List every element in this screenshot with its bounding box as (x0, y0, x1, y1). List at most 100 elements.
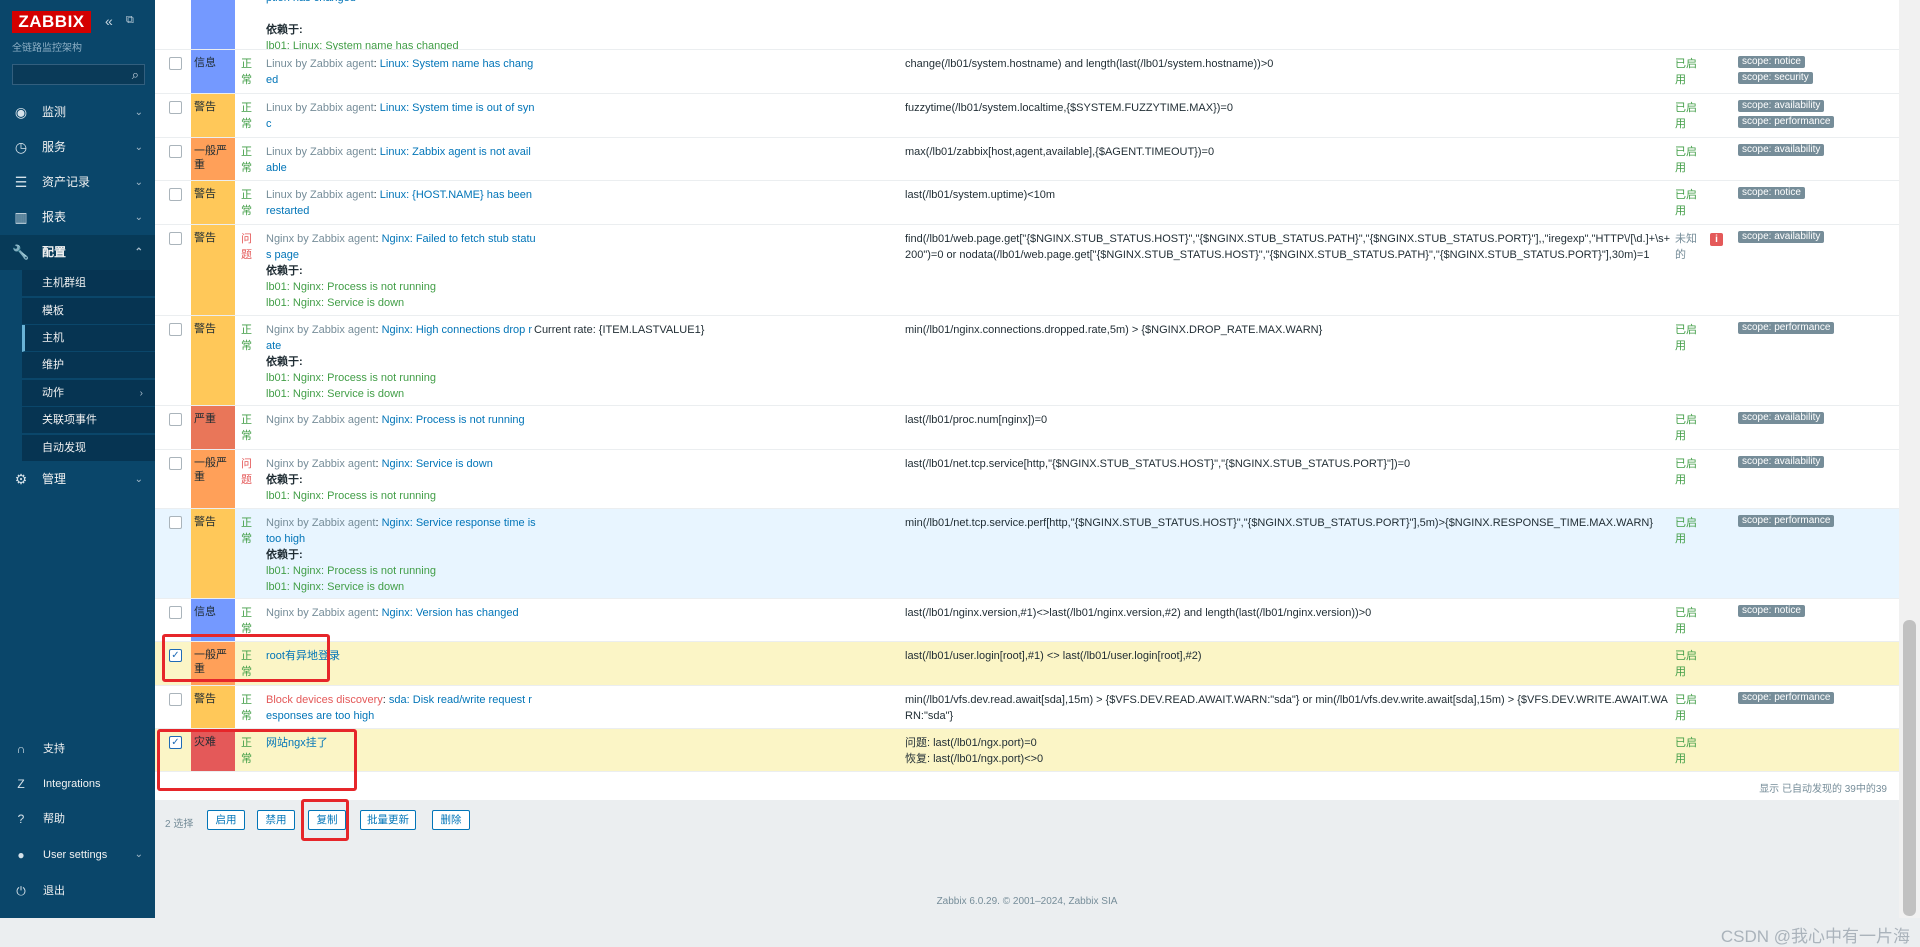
subnav-event-correlation[interactable]: 关联项事件 (22, 407, 155, 434)
row-checkbox[interactable] (169, 516, 182, 529)
mass-update-button[interactable]: 批量更新 (360, 810, 416, 830)
nav-monitoring[interactable]: ◉ 监测 ⌄ (0, 95, 155, 130)
status-cell: 正常 (241, 146, 252, 174)
nav-user-settings[interactable]: ● User settings ⌄ (0, 840, 155, 870)
enable-button[interactable]: 启用 (207, 810, 245, 830)
status-cell: 问题 (241, 233, 252, 261)
scrollbar-thumb[interactable] (1903, 620, 1916, 916)
subnav-hosts[interactable]: 主机 (22, 325, 155, 352)
nav-integrations[interactable]: Z Integrations (0, 769, 155, 799)
template-link[interactable]: Nginx by Zabbix agent (266, 607, 375, 619)
trigger-name-link[interactable]: ption has changed (266, 0, 356, 4)
enabled-status-link[interactable]: 已启用 (1675, 322, 1703, 354)
trigger-name-link[interactable]: Nginx: Service is down (382, 458, 493, 470)
search-icon[interactable]: ⌕ (132, 67, 139, 83)
subnav-discovery[interactable]: 自动发现 (22, 435, 155, 462)
row-checkbox[interactable] (169, 188, 182, 201)
dependency-link[interactable]: lb01: Nginx: Process is not running (266, 490, 436, 502)
disable-button[interactable]: 禁用 (257, 810, 295, 830)
enabled-status-link[interactable]: 已启用 (1675, 187, 1703, 219)
chevron-down-icon: ⌄ (134, 212, 143, 223)
tags-cell: scope: performance (1738, 692, 1898, 708)
nav-support[interactable]: ∩ 支持 (0, 734, 155, 764)
dependency-link[interactable]: lb01: Nginx: Process is not running (266, 372, 436, 384)
template-link[interactable]: Nginx by Zabbix agent (266, 233, 375, 245)
subnav-maintenance[interactable]: 维护 (22, 352, 155, 379)
enabled-status-link[interactable]: 已启用 (1675, 605, 1703, 637)
collapse-sidebar-icon[interactable]: « (105, 13, 113, 29)
enabled-status-link[interactable]: 已启用 (1675, 56, 1703, 88)
nav-inventory[interactable]: ☰ 资产记录 ⌄ (0, 165, 155, 200)
popout-sidebar-icon[interactable]: ⧉ (126, 14, 134, 27)
tags-cell: scope: performance (1738, 322, 1898, 338)
chevron-down-icon: ⌄ (134, 142, 143, 153)
template-link[interactable]: Linux by Zabbix agent (266, 58, 374, 70)
delete-button[interactable]: 删除 (432, 810, 470, 830)
nav-help[interactable]: ? 帮助 (0, 804, 155, 834)
depends-on-label: 依赖于: (266, 356, 303, 368)
enabled-status-link[interactable]: 未知的 (1675, 231, 1703, 263)
highlight-box-row-root-login (162, 634, 330, 682)
tag-badge: scope: security (1738, 72, 1813, 84)
template-link[interactable]: Nginx by Zabbix agent (266, 324, 375, 336)
expression-cell: find(/lb01/web.page.get["{$NGINX.STUB_ST… (905, 233, 1671, 261)
enabled-status-link[interactable]: 已启用 (1675, 735, 1703, 767)
subnav-templates[interactable]: 模板 (22, 298, 155, 325)
row-checkbox[interactable] (169, 57, 182, 70)
row-checkbox[interactable] (169, 145, 182, 158)
tags-cell: scope: performance (1738, 515, 1898, 531)
enabled-status-link[interactable]: 已启用 (1675, 515, 1703, 547)
status-cell: 正常 (241, 517, 252, 545)
dependency-link[interactable]: lb01: Nginx: Service is down (266, 297, 404, 309)
trigger-name-cell: Nginx by Zabbix agent: Nginx: Version ha… (266, 605, 536, 621)
expression-cell: last(/lb01/net.tcp.service[http,"{$NGINX… (905, 458, 1411, 470)
nav-services[interactable]: ◷ 服务 ⌄ (0, 130, 155, 165)
enabled-status-link[interactable]: 已启用 (1675, 456, 1703, 488)
row-checkbox[interactable] (169, 693, 182, 706)
dependency-link[interactable]: lb01: Nginx: Service is down (266, 388, 404, 400)
trigger-name-cell: Nginx by Zabbix agent: Nginx: Failed to … (266, 231, 536, 311)
dependency-link[interactable]: lb01: Nginx: Process is not running (266, 281, 436, 293)
expression-cell: min(/lb01/net.tcp.service.perf[http,"{$N… (905, 517, 1654, 529)
row-checkbox[interactable] (169, 323, 182, 336)
row-checkbox[interactable] (169, 232, 182, 245)
enabled-status-link[interactable]: 已启用 (1675, 692, 1703, 724)
tags-cell: scope: availability (1738, 231, 1898, 247)
row-checkbox[interactable] (169, 413, 182, 426)
info-icon[interactable]: i (1710, 233, 1723, 246)
enabled-status-link[interactable]: 已启用 (1675, 100, 1703, 132)
enabled-status-link[interactable]: 已启用 (1675, 144, 1703, 176)
zabbix-logo[interactable]: ZABBIX (12, 11, 91, 33)
question-icon: ? (17, 812, 25, 826)
row-checkbox[interactable] (169, 457, 182, 470)
nav-sign-out[interactable]: ⏻ 退出 (0, 876, 155, 906)
subnav-actions-label: 动作 (42, 387, 64, 399)
nav-configuration[interactable]: 🔧 配置 ⌃ (0, 235, 155, 270)
selected-count: 2 选择 (165, 819, 194, 830)
highlight-box-row-website-down (157, 729, 357, 791)
template-link[interactable]: Block devices discovery (266, 694, 383, 706)
enabled-status-link[interactable]: 已启用 (1675, 648, 1703, 680)
template-link[interactable]: Linux by Zabbix agent (266, 189, 374, 201)
search-input[interactable]: ⌕ (12, 64, 145, 85)
template-link[interactable]: Nginx by Zabbix agent (266, 458, 375, 470)
nav-reports[interactable]: ▥ 报表 ⌄ (0, 200, 155, 235)
table-row: 信息 正常 Linux by Zabbix agent: Linux: System… (155, 50, 1899, 94)
row-checkbox[interactable] (169, 606, 182, 619)
row-checkbox[interactable] (169, 101, 182, 114)
dependency-link[interactable]: lb01: Nginx: Service is down (266, 581, 404, 593)
template-link[interactable]: Linux by Zabbix agent (266, 146, 374, 158)
trigger-name-link[interactable]: Nginx: Version has changed (382, 607, 519, 619)
enabled-status-link[interactable]: 已启用 (1675, 412, 1703, 444)
template-link[interactable]: Linux by Zabbix agent (266, 102, 374, 114)
template-link[interactable]: Nginx by Zabbix agent (266, 517, 375, 529)
expression-cell: min(/lb01/nginx.connections.dropped.rate… (905, 324, 1323, 336)
expression-cell: last(/lb01/user.login[root],#1) <> last(… (905, 650, 1202, 662)
subnav-actions[interactable]: 动作 › (22, 380, 155, 407)
nav-label: 支持 (43, 743, 65, 755)
subnav-host-groups[interactable]: 主机群组 (22, 270, 155, 297)
trigger-name-link[interactable]: Nginx: Process is not running (382, 414, 525, 426)
template-link[interactable]: Nginx by Zabbix agent (266, 414, 375, 426)
dependency-link[interactable]: lb01: Nginx: Process is not running (266, 565, 436, 577)
nav-administration[interactable]: ⚙ 管理 ⌄ (0, 462, 155, 497)
